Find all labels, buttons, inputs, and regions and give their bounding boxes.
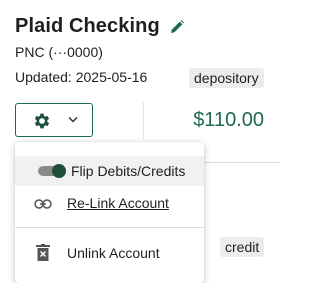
account-balance: $110.00 [193,109,264,131]
flip-debits-credits-item[interactable]: Flip Debits/Credits [15,156,204,186]
account-title: Plaid Checking [15,15,160,37]
link-icon [34,199,52,209]
account-header: Plaid Checking [15,15,185,38]
account-actions-button[interactable] [15,103,93,137]
header-divider [143,102,144,139]
account-actions-menu: Flip Debits/Credits Re-Link Account Unli… [15,142,204,283]
trash-icon [36,244,50,261]
flip-toggle[interactable] [38,164,67,178]
unlink-label: Unlink Account [67,245,160,261]
institution-label: PNC (···0000) [15,44,103,60]
pencil-icon[interactable] [169,19,185,35]
updated-date: Updated: 2025-05-16 [15,69,148,85]
account-type-badge: depository [189,68,264,88]
menu-separator [15,227,204,228]
chevron-down-icon [68,116,78,123]
unlink-account-item[interactable]: Unlink Account [15,238,204,268]
relink-account-item[interactable]: Re-Link Account [15,188,204,220]
relink-label: Re-Link Account [67,195,169,211]
gear-icon [34,113,50,129]
toggle-knob [52,164,66,178]
flip-label: Flip Debits/Credits [71,163,186,179]
account-type-badge-credit: credit [220,237,265,257]
